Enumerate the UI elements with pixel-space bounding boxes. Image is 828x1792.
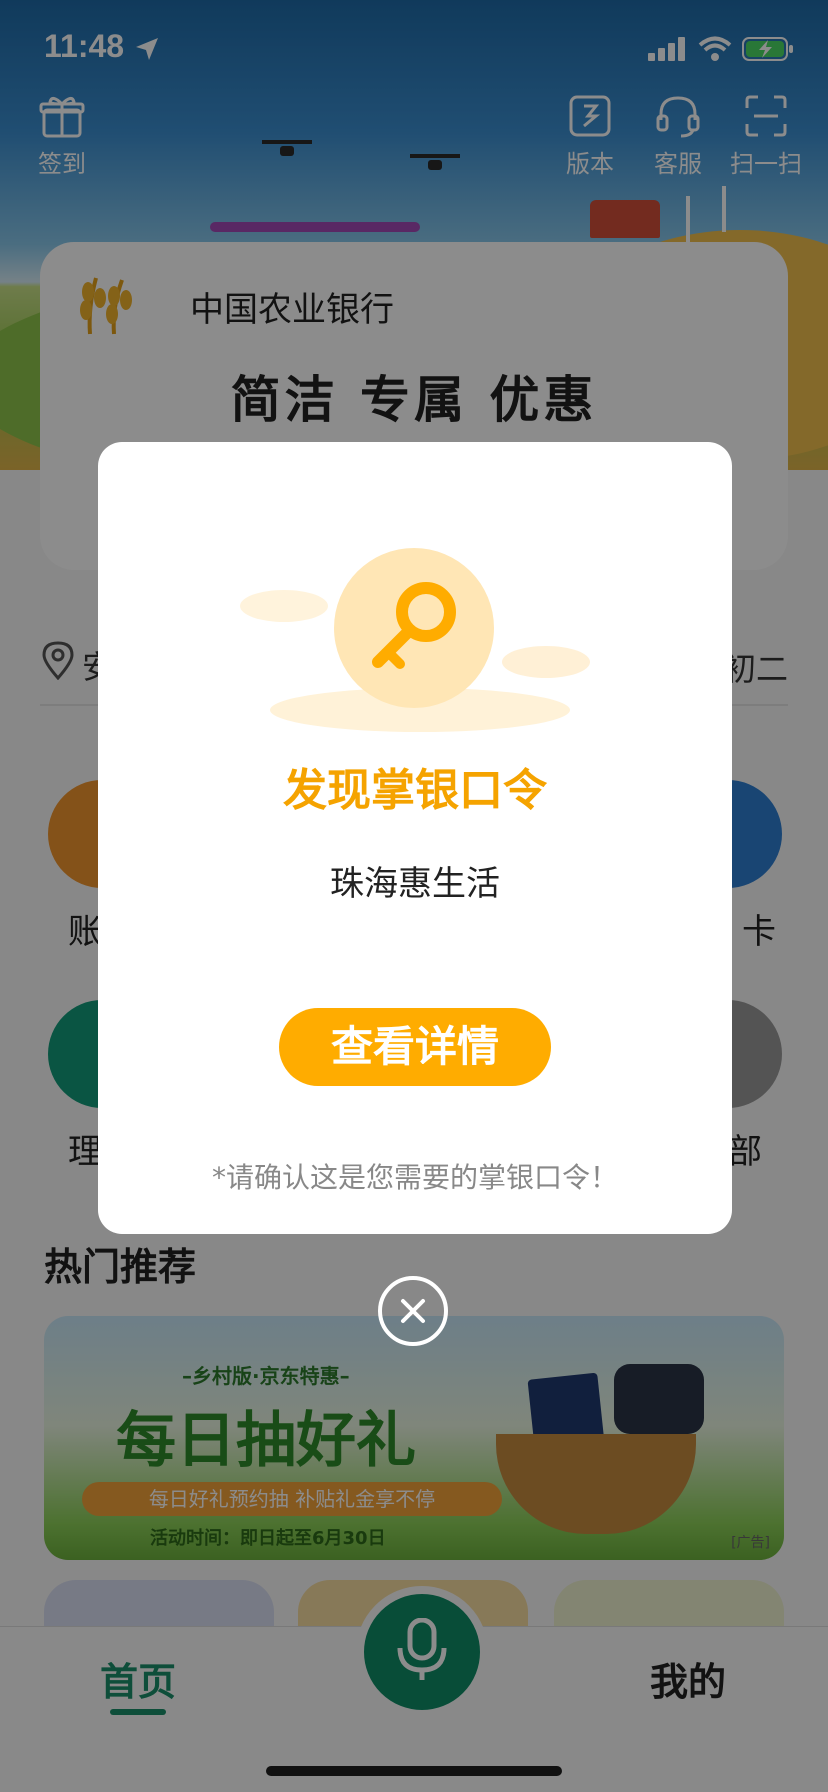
close-modal-button[interactable]	[378, 1276, 448, 1346]
command-text: 珠海惠生活	[330, 864, 500, 904]
command-modal: 发现掌银口令 珠海惠生活 查看详情 *请确认这是您需要的掌银口令！	[98, 442, 732, 1234]
home-indicator	[266, 1766, 562, 1776]
key-illustration-icon	[240, 548, 590, 732]
modal-note: *请确认这是您需要的掌银口令！	[211, 1161, 618, 1194]
modal-title: 发现掌银口令	[283, 765, 547, 816]
view-details-button[interactable]: 查看详情	[279, 1008, 551, 1086]
close-icon	[401, 1299, 425, 1323]
app-screen: 11:48 签到 版本 客服 扫一扫 中国农业银行 简洁 专属 优惠 初二 账 …	[0, 0, 828, 1792]
